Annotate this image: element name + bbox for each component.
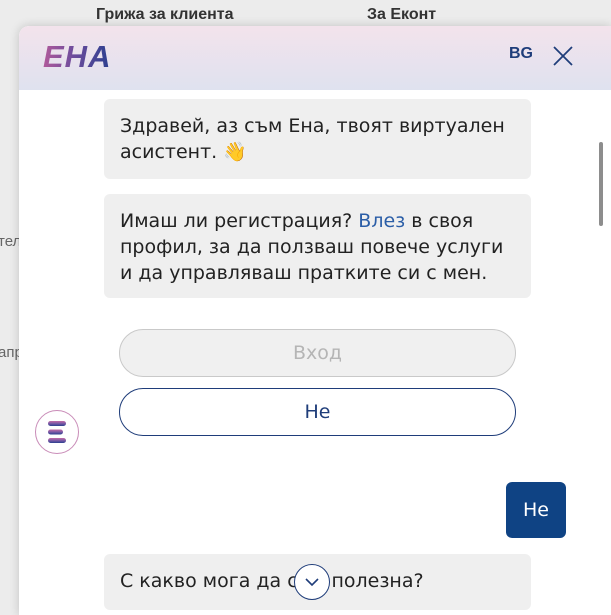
greeting-text: Здравей, аз съм Ена, твоят виртуален аси… (120, 115, 505, 163)
user-message: Не (506, 482, 566, 538)
login-link[interactable]: Влез (358, 210, 405, 232)
registration-text-before: Имаш ли регистрация? (120, 210, 359, 232)
ena-avatar-icon (48, 421, 66, 443)
nav-customer-care[interactable]: Грижа за клиента (96, 6, 234, 24)
chevron-down-icon (305, 578, 319, 587)
language-button[interactable]: BG (509, 45, 533, 63)
followup-text: С какво мога да съм полезна? (120, 570, 424, 592)
scroll-down-button[interactable] (294, 564, 330, 600)
chat-header: ЕНА BG (19, 26, 611, 90)
chat-scrollbar[interactable] (599, 142, 603, 226)
chat-messages[interactable]: Здравей, аз съм Ена, твоят виртуален аси… (19, 90, 611, 615)
login-option-button[interactable]: Вход (119, 329, 516, 377)
chat-window: ЕНА BG Здравей, аз съм Ена, твоят виртуа… (19, 26, 611, 615)
bot-avatar (35, 410, 79, 454)
close-button[interactable] (551, 44, 575, 68)
bot-message-greeting: Здравей, аз съм Ена, твоят виртуален аси… (104, 99, 531, 179)
nav-about-econt[interactable]: За Еконт (367, 6, 436, 24)
brand-logo: ЕНА (43, 39, 112, 74)
close-icon (553, 46, 573, 66)
no-option-button[interactable]: Не (119, 388, 516, 436)
bot-message-registration: Имаш ли регистрация? Влез в своя профил,… (104, 194, 531, 298)
